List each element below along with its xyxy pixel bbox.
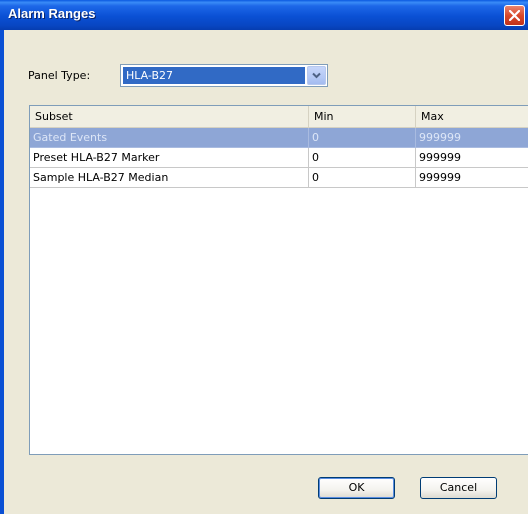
table-row[interactable]: Sample HLA-B27 Median 0 999999: [30, 168, 528, 188]
cell-subset[interactable]: Gated Events: [30, 128, 309, 148]
panel-type-label: Panel Type:: [28, 69, 91, 82]
cancel-button[interactable]: Cancel: [420, 477, 497, 499]
cell-min[interactable]: 0: [309, 148, 416, 168]
cell-max[interactable]: 999999: [416, 168, 528, 188]
cell-subset[interactable]: Sample HLA-B27 Median: [30, 168, 309, 188]
table-header: Subset Min Max: [30, 106, 528, 128]
close-button[interactable]: [504, 5, 525, 26]
alarm-ranges-table[interactable]: Subset Min Max Gated Events 0 999999 Pre…: [29, 105, 528, 455]
title-bar[interactable]: Alarm Ranges: [0, 0, 528, 30]
ok-button[interactable]: OK: [318, 477, 395, 499]
table-row[interactable]: Gated Events 0 999999: [30, 128, 528, 148]
panel-type-dropdown[interactable]: HLA-B27: [120, 64, 328, 87]
window-title: Alarm Ranges: [8, 6, 96, 21]
panel-type-value: HLA-B27: [123, 67, 305, 84]
cell-max[interactable]: 999999: [416, 148, 528, 168]
cell-min[interactable]: 0: [309, 128, 416, 148]
column-header-max[interactable]: Max: [416, 106, 528, 127]
column-header-subset[interactable]: Subset: [30, 106, 309, 127]
cell-subset[interactable]: Preset HLA-B27 Marker: [30, 148, 309, 168]
column-header-min[interactable]: Min: [309, 106, 416, 127]
dropdown-button[interactable]: [307, 66, 326, 85]
window-frame: [0, 30, 4, 514]
table-row[interactable]: Preset HLA-B27 Marker 0 999999: [30, 148, 528, 168]
cell-max[interactable]: 999999: [416, 128, 528, 148]
cell-min[interactable]: 0: [309, 168, 416, 188]
alarm-ranges-dialog: Alarm Ranges Panel Type: HLA-B27 Subset …: [0, 0, 528, 514]
